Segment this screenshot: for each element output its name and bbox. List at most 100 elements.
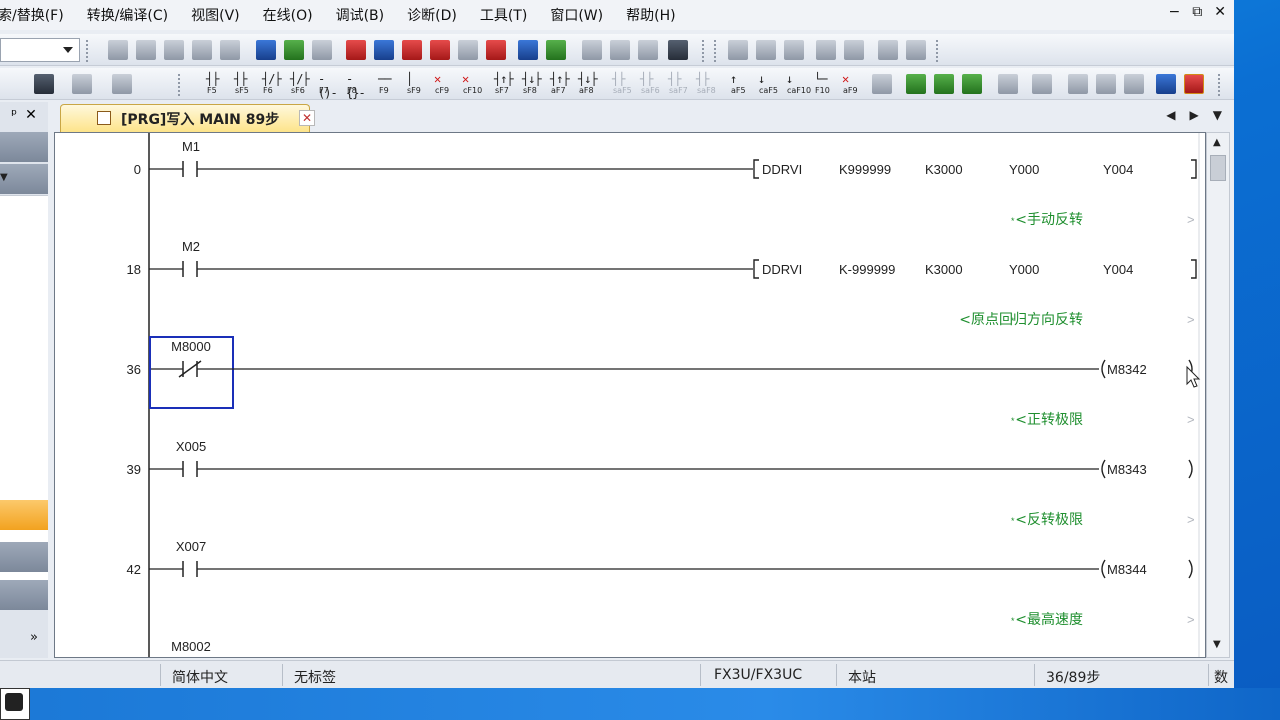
note-icon[interactable] <box>878 40 898 60</box>
edit-mode-icon[interactable] <box>1184 74 1204 94</box>
panel-button[interactable] <box>0 132 48 162</box>
device-replace-icon[interactable] <box>284 40 304 60</box>
copy-icon[interactable] <box>136 40 156 60</box>
more-icon[interactable]: » <box>30 630 38 645</box>
search-icon[interactable] <box>72 74 92 94</box>
zoom-icon[interactable] <box>728 40 748 60</box>
ladder-symbol-button-f9[interactable]: ── F9 <box>376 72 402 98</box>
scroll-thumb[interactable] <box>1210 155 1226 181</box>
panel-button[interactable] <box>0 580 48 610</box>
instruction-search-icon[interactable] <box>312 40 332 60</box>
plc-status-icon[interactable] <box>668 40 688 60</box>
pin-icon[interactable]: ᵖ <box>11 107 17 123</box>
help-icon[interactable] <box>112 74 132 94</box>
paste-icon[interactable] <box>164 40 184 60</box>
tab-main-program[interactable]: [PRG]写入 MAIN 89步 ✕ <box>60 104 315 132</box>
ladder-symbol-button-af5[interactable]: ↑ aF5 <box>728 72 754 98</box>
monitor-icon[interactable] <box>430 40 450 60</box>
tab-prev-icon[interactable]: ◀ <box>1166 108 1175 122</box>
ladder-symbol-button-caf10[interactable]: ↓ caF10 <box>784 72 811 98</box>
panel-button[interactable] <box>0 542 48 572</box>
ladder-symbol-button-sf5[interactable]: ┤├ sF5 <box>232 72 258 98</box>
ladder-symbol-button-sf8[interactable]: ┤↓├ sF8 <box>520 72 546 98</box>
toolbar-grip[interactable] <box>86 40 90 62</box>
ladder-mode-icon[interactable] <box>1068 74 1088 94</box>
panel-button-project[interactable] <box>0 500 48 530</box>
parameter-icon[interactable] <box>610 40 630 60</box>
dev-read-icon[interactable] <box>518 40 538 60</box>
ladder-symbol-button-af7[interactable]: ┤↑├ aF7 <box>548 72 574 98</box>
statement-icon[interactable] <box>844 40 864 60</box>
ladder-symbol-button-f10[interactable]: └─ F10 <box>812 72 838 98</box>
program-list-icon[interactable] <box>582 40 602 60</box>
ladder-symbol-button-sf7[interactable]: ┤↑├ sF7 <box>492 72 518 98</box>
dev-write-icon[interactable] <box>546 40 566 60</box>
sfc-mode-icon[interactable] <box>1096 74 1116 94</box>
ladder-symbol-button-saf5[interactable]: ┤├ saF5 <box>610 72 636 98</box>
toolbar-grip[interactable] <box>178 74 182 96</box>
monitor-write-icon[interactable] <box>486 40 506 60</box>
monitor-mode-icon[interactable] <box>962 74 982 94</box>
restore-icon[interactable]: ⧉ <box>1192 4 1202 20</box>
ladder-editor[interactable]: 0 M1 DDRVI K999999 K3000 Y000 Y004 * <手动反转 >18 M2 D… <box>54 132 1206 658</box>
monitor-stop-icon[interactable] <box>458 40 478 60</box>
tab-close-icon[interactable]: ✕ <box>299 110 315 126</box>
menu-window[interactable]: 窗口(W) <box>550 5 603 25</box>
menu-convert-compile[interactable]: 转换/编译(C) <box>87 5 168 25</box>
verify-icon[interactable] <box>402 40 422 60</box>
device-search-icon[interactable] <box>256 40 276 60</box>
tab-next-icon[interactable]: ▶ <box>1190 108 1199 122</box>
toolbar-grip[interactable] <box>714 40 718 62</box>
menu-find-replace[interactable]: 索/替换(F) <box>0 5 64 25</box>
ladder-symbol-button-saf7[interactable]: ┤├ saF7 <box>666 72 692 98</box>
read-mode-icon[interactable] <box>906 74 926 94</box>
scroll-up-icon[interactable]: ▲ <box>1213 137 1221 148</box>
tab-list-icon[interactable]: ▼ <box>1213 108 1222 122</box>
ladder-symbol-button-sf9[interactable]: │ sF9 <box>404 72 430 98</box>
ladder-symbol-button-af8[interactable]: ┤↓├ aF8 <box>576 72 602 98</box>
write-plc-icon[interactable] <box>374 40 394 60</box>
list-mode-icon[interactable] <box>1032 74 1052 94</box>
menu-online[interactable]: 在线(O) <box>263 5 313 25</box>
undo-icon[interactable] <box>192 40 212 60</box>
comment-icon[interactable] <box>816 40 836 60</box>
ladder-symbol-button-cf10[interactable]: ✕ cF10 <box>460 72 486 98</box>
ladder-symbol-button-cf9[interactable]: ✕ cF9 <box>432 72 458 98</box>
minimize-icon[interactable]: − <box>1169 4 1181 20</box>
close-icon[interactable]: ✕ <box>1214 4 1226 20</box>
zoom-out-icon[interactable] <box>756 40 776 60</box>
chevron-down-icon[interactable]: ▼ <box>0 172 8 183</box>
desktop-shortcut-icon[interactable] <box>0 688 30 720</box>
toolbar-combo[interactable] <box>0 38 80 62</box>
ladder-symbol-button-sf6[interactable]: ┤/├ sF6 <box>288 72 314 98</box>
menu-help[interactable]: 帮助(H) <box>626 5 675 25</box>
toolbar-grip[interactable] <box>936 40 940 62</box>
ladder-symbol-button-f7[interactable]: -()- F7 <box>316 72 342 100</box>
monitor-write-mode-icon[interactable] <box>998 74 1018 94</box>
menu-tools[interactable]: 工具(T) <box>480 5 527 25</box>
write-mode-icon[interactable] <box>934 74 954 94</box>
ladder-symbol-button-f6[interactable]: ┤/├ F6 <box>260 72 286 98</box>
ladder-symbol-button-af9[interactable]: ✕ aF9 <box>840 72 866 98</box>
ladder-symbol-button-saf8[interactable]: ┤├ saF8 <box>694 72 720 98</box>
alias-icon[interactable] <box>906 40 926 60</box>
read-plc-icon[interactable] <box>346 40 366 60</box>
menu-debug[interactable]: 调试(B) <box>336 5 385 25</box>
function-block-icon[interactable] <box>872 74 892 94</box>
menu-diagnostics[interactable]: 诊断(D) <box>407 5 457 25</box>
menu-view[interactable]: 视图(V) <box>191 5 240 25</box>
inline-mode-icon[interactable] <box>1124 74 1144 94</box>
ladder-symbol-button-f8[interactable]: -{}- F8 <box>344 72 370 100</box>
ladder-symbol-button-saf6[interactable]: ┤├ saF6 <box>638 72 664 98</box>
fit-icon[interactable] <box>784 40 804 60</box>
close-panel-icon[interactable]: ✕ <box>25 107 37 123</box>
toolbar-grip[interactable] <box>702 40 706 62</box>
ladder-symbol-button-caf5[interactable]: ↓ caF5 <box>756 72 782 98</box>
convert-icon[interactable] <box>1156 74 1176 94</box>
device-memory-icon[interactable] <box>638 40 658 60</box>
cut-icon[interactable] <box>108 40 128 60</box>
project-tree[interactable] <box>0 195 48 590</box>
toolbar-grip[interactable] <box>1218 74 1222 96</box>
scroll-down-icon[interactable]: ▼ <box>1213 639 1221 650</box>
ladder-symbol-button-f5[interactable]: ┤├ F5 <box>204 72 230 98</box>
